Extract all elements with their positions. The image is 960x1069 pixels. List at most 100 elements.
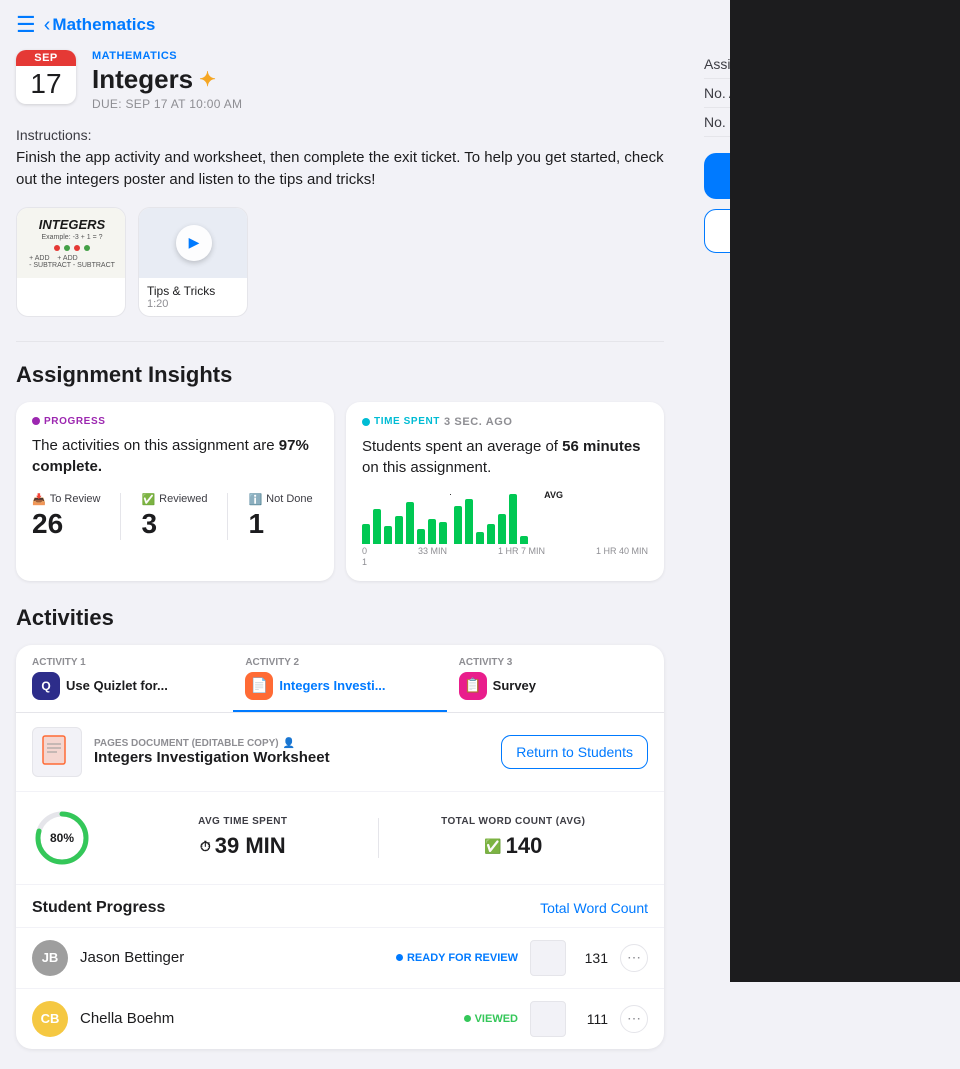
chart-label-33min: 33 MIN bbox=[418, 546, 447, 556]
document-info: PAGES DOCUMENT (EDITABLE COPY) 👤 Integer… bbox=[16, 713, 664, 792]
video-thumb: ▶ bbox=[139, 208, 248, 278]
student-thumb-2[interactable] bbox=[530, 1001, 566, 1037]
time-spent-tag: TIME SPENT 3 sec. ago bbox=[362, 416, 648, 428]
bar-9 bbox=[454, 506, 462, 544]
calendar-month: SEP bbox=[16, 50, 76, 66]
instructions-text: Finish the app activity and worksheet, t… bbox=[16, 147, 664, 191]
document-name: Integers Investigation Worksheet bbox=[94, 749, 501, 766]
student-more-1[interactable]: ⋯ bbox=[620, 944, 648, 972]
bar-2 bbox=[373, 509, 381, 544]
tab-1-name: Use Quizlet for... bbox=[66, 678, 168, 693]
status-dot-2 bbox=[464, 1015, 471, 1022]
bar-12 bbox=[487, 524, 495, 544]
subject-label: MATHEMATICS bbox=[92, 50, 664, 62]
activity-tab-2[interactable]: ACTIVITY 2 📄 Integers Investi... bbox=[233, 645, 446, 712]
student-avatar-jb: JB bbox=[32, 940, 68, 976]
chart-label-1hr7min: 1 HR 7 MIN bbox=[498, 546, 545, 556]
activity-tab-1[interactable]: ACTIVITY 1 Q Use Quizlet for... bbox=[20, 645, 233, 712]
survey-icon: 📋 bbox=[459, 672, 487, 700]
reviewed-stat: ✅ Reviewed 3 bbox=[141, 493, 207, 540]
document-thumbnail bbox=[32, 727, 82, 777]
to-review-stat: 📥 To Review 26 bbox=[32, 493, 100, 540]
progress-text: The activities on this assignment are 97… bbox=[32, 435, 318, 477]
student-name-1: Jason Bettinger bbox=[80, 949, 384, 966]
bar-10 bbox=[465, 499, 473, 544]
attachment-label: Tips & Tricks 1:20 bbox=[139, 278, 247, 316]
to-review-label: 📥 To Review bbox=[32, 493, 100, 506]
avg-word-label: TOTAL WORD COUNT (AVG) bbox=[391, 816, 637, 827]
student-status-1: READY FOR REVIEW bbox=[396, 952, 518, 964]
not-done-stat: ℹ️ Not Done 1 bbox=[248, 493, 312, 540]
instructions-label: Instructions: bbox=[16, 127, 664, 143]
student-name-2: Chella Boehm bbox=[80, 1010, 452, 1027]
to-review-value: 26 bbox=[32, 508, 100, 540]
video-duration: 1:20 bbox=[147, 298, 239, 310]
play-button-icon[interactable]: ▶ bbox=[176, 225, 212, 261]
bar-14 bbox=[509, 494, 517, 544]
bar-3 bbox=[384, 526, 392, 544]
avg-time-value: ⏱ 39 MIN bbox=[120, 833, 366, 859]
not-done-label: ℹ️ Not Done bbox=[248, 493, 312, 506]
insights-title: Assignment Insights bbox=[16, 362, 664, 388]
avg-stat-group: AVG TIME SPENT ⏱ 39 MIN TOTAL WORD COUNT… bbox=[108, 816, 648, 859]
bar-chart-container: AVG bbox=[362, 494, 648, 567]
student-count-2: 111 bbox=[578, 1011, 608, 1027]
stat-divider-1 bbox=[120, 493, 121, 540]
attachment-video[interactable]: ▶ Tips & Tricks 1:20 bbox=[138, 207, 248, 317]
chart-x-labels: 0 33 MIN 1 HR 7 MIN 1 HR 40 MIN bbox=[362, 546, 648, 556]
student-avatar-cb: CB bbox=[32, 1001, 68, 1037]
attachments: INTEGERS Example: -3 + 1 = ? + ADD + ADD… bbox=[16, 207, 664, 317]
sparkle-icon: ✦ bbox=[199, 67, 216, 92]
bar-7 bbox=[428, 519, 436, 544]
chart-label-0: 0 bbox=[362, 546, 367, 556]
total-word-count-link[interactable]: Total Word Count bbox=[540, 900, 648, 916]
bar-4 bbox=[395, 516, 403, 544]
not-done-value: 1 bbox=[248, 508, 312, 540]
insights-grid: PROGRESS The activities on this assignme… bbox=[16, 402, 664, 581]
bar-chart bbox=[362, 494, 648, 544]
activity-tab-3[interactable]: ACTIVITY 3 📋 Survey bbox=[447, 645, 660, 712]
stats-row: 📥 To Review 26 ✅ Reviewed 3 bbox=[32, 493, 318, 540]
time-dot-icon bbox=[362, 418, 370, 426]
avg-time-label: AVG TIME SPENT bbox=[120, 816, 366, 827]
activities-section: ACTIVITY 1 Q Use Quizlet for... ACTIVITY… bbox=[16, 645, 664, 1049]
activities-title: Activities bbox=[16, 605, 664, 631]
progress-tag: PROGRESS bbox=[32, 416, 318, 427]
progress-card: PROGRESS The activities on this assignme… bbox=[16, 402, 334, 581]
student-status-2: VIEWED bbox=[464, 1013, 518, 1025]
progress-ring: 80% bbox=[32, 808, 92, 868]
bar-15 bbox=[520, 536, 528, 544]
chart-y-label: 1 bbox=[362, 557, 648, 567]
tab-1-number: ACTIVITY 1 bbox=[32, 657, 86, 668]
student-progress-header: Student Progress Total Word Count bbox=[16, 885, 664, 927]
reviewed-label: ✅ Reviewed bbox=[141, 493, 207, 506]
bar-13 bbox=[498, 514, 506, 544]
student-more-2[interactable]: ⋯ bbox=[620, 1005, 648, 1033]
quizlet-icon: Q bbox=[32, 672, 60, 700]
student-thumb-1[interactable] bbox=[530, 940, 566, 976]
time-text: Students spent an average of 56 minutes … bbox=[362, 436, 648, 478]
tab-3-name: Survey bbox=[493, 678, 536, 693]
assignment-title: Integers ✦ bbox=[92, 64, 664, 95]
sidebar-toggle-icon[interactable]: ☰ bbox=[16, 12, 36, 38]
return-to-students-button[interactable]: Return to Students bbox=[501, 735, 648, 769]
bar-1 bbox=[362, 524, 370, 544]
tab-3-number: ACTIVITY 3 bbox=[459, 657, 513, 668]
chart-label-1hr40min: 1 HR 40 MIN bbox=[596, 546, 648, 556]
calendar-day: 17 bbox=[16, 66, 76, 104]
document-type: PAGES DOCUMENT (EDITABLE COPY) 👤 bbox=[94, 738, 501, 749]
time-spent-card: TIME SPENT 3 sec. ago Students spent an … bbox=[346, 402, 664, 581]
right-black-panel bbox=[730, 0, 960, 982]
student-row-2: CB Chella Boehm VIEWED 111 ⋯ bbox=[16, 988, 664, 1049]
time-ago: 3 sec. ago bbox=[444, 416, 513, 428]
video-title: Tips & Tricks bbox=[147, 284, 239, 298]
bar-5 bbox=[406, 502, 414, 544]
bar-6 bbox=[417, 529, 425, 544]
tab-2-name: Integers Investi... bbox=[279, 678, 385, 693]
bar-11 bbox=[476, 532, 484, 544]
document-details: PAGES DOCUMENT (EDITABLE COPY) 👤 Integer… bbox=[94, 738, 501, 766]
attachment-integers[interactable]: INTEGERS Example: -3 + 1 = ? + ADD + ADD… bbox=[16, 207, 126, 317]
back-button[interactable]: ‹ Mathematics bbox=[44, 14, 156, 37]
stat-divider-2 bbox=[227, 493, 228, 540]
avg-bar bbox=[450, 494, 451, 495]
